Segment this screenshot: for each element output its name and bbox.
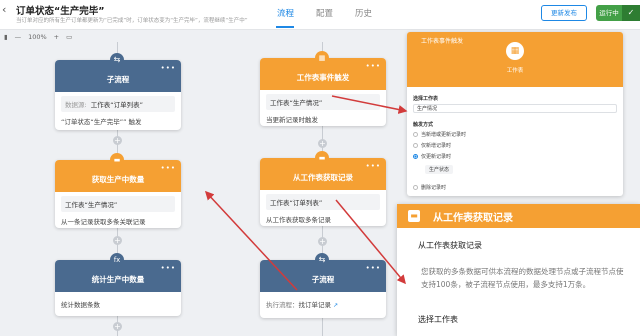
- annotation-arrows: [204, 95, 408, 291]
- arrow-to-fetch-node: [204, 190, 298, 291]
- arrow-to-panel: [331, 95, 408, 114]
- arrow-to-detail-card: [335, 199, 406, 285]
